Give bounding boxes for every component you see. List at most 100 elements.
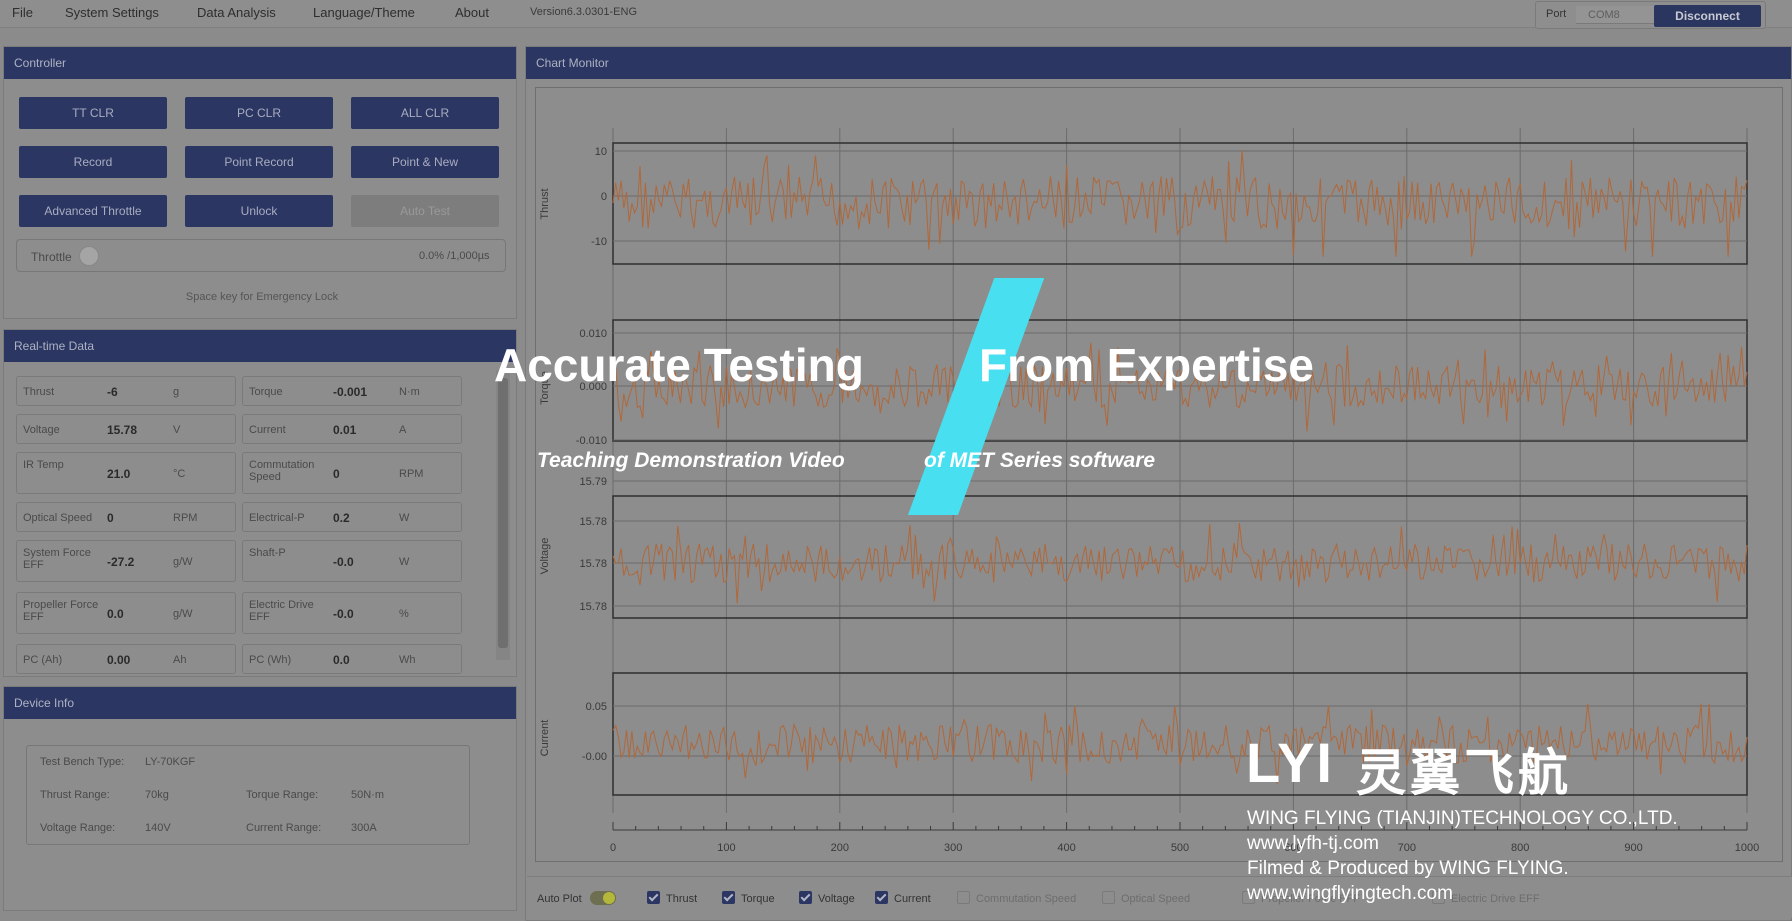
realtime-label: IR Temp xyxy=(23,459,64,471)
advanced-throttle-button[interactable]: Advanced Throttle xyxy=(19,195,167,227)
menu-file[interactable]: File xyxy=(12,5,33,20)
torque-range-value: 50N·m xyxy=(351,789,385,801)
unlock-button[interactable]: Unlock xyxy=(185,195,333,227)
toggle-switch-icon[interactable] xyxy=(589,891,616,905)
auto-test-button[interactable]: Auto Test xyxy=(351,195,499,227)
x-tick-label: 1000 xyxy=(1735,842,1759,854)
menu-about[interactable]: About xyxy=(455,5,489,20)
series-toggle[interactable]: Current xyxy=(875,891,931,905)
realtime-label: Electric Drive EFF xyxy=(249,599,314,623)
realtime-value: -27.2 xyxy=(107,555,135,569)
realtime-value: -6 xyxy=(107,385,118,399)
controller-panel: Controller TT CLR PC CLR ALL CLR Record … xyxy=(3,46,517,319)
x-tick-label: 400 xyxy=(1057,842,1075,854)
realtime-label: Electrical-P xyxy=(249,512,305,524)
point-and-new-button[interactable]: Point & New xyxy=(351,146,499,178)
thrust-range-value: 70kg xyxy=(145,789,169,801)
realtime-cell: Shaft-P -0.0 W xyxy=(242,540,462,582)
realtime-label: Thrust xyxy=(23,386,55,398)
x-tick-label: 100 xyxy=(717,842,735,854)
chart-monitor-title: Chart Monitor xyxy=(526,47,1791,79)
y-axis-label: Voltage xyxy=(539,538,551,575)
throttle-readout: 0.0% /1,000µs xyxy=(419,250,490,262)
realtime-unit: V xyxy=(173,424,181,436)
throttle-value: 0.0% xyxy=(419,250,445,262)
series-toggle-label: Voltage xyxy=(818,893,855,905)
series-toggle-label: Current xyxy=(894,893,931,905)
company-name: WING FLYING (TIANJIN)TECHNOLOGY CO.,LTD. xyxy=(1247,808,1678,829)
y-tick-label: 15.78 xyxy=(579,601,607,613)
series-toggle-label: Torque xyxy=(741,893,775,905)
x-tick-label: 0 xyxy=(610,842,616,854)
current-range-label: Current Range: xyxy=(246,822,322,834)
realtime-cell: PC (Wh) 0.0 Wh xyxy=(242,644,462,674)
realtime-cell: Propeller Force EFF 0.0 g/W xyxy=(16,592,236,634)
record-button[interactable]: Record xyxy=(19,146,167,178)
realtime-unit: Wh xyxy=(399,654,416,666)
pc-clr-button[interactable]: PC CLR xyxy=(185,97,333,129)
y-tick-label: -10 xyxy=(591,236,607,248)
brand-chinese-name: 灵翼飞航 xyxy=(1356,744,1572,802)
checkbox-checked-icon[interactable] xyxy=(722,891,735,904)
realtime-value: 0 xyxy=(107,511,114,525)
y-tick-label: -0.010 xyxy=(576,435,607,447)
controller-title: Controller xyxy=(4,47,516,79)
realtime-value: 0 xyxy=(333,467,340,481)
checkbox-empty-icon[interactable] xyxy=(1102,891,1115,904)
realtime-value: 21.0 xyxy=(107,467,131,481)
chart-area: 10 0 -10 Thrust 0.010 0.000 -0.010 Torque 15.79 1… xyxy=(535,87,1783,862)
throttle-handle[interactable] xyxy=(79,246,99,266)
realtime-scroll-thumb[interactable] xyxy=(498,378,508,648)
realtime-value: 0.0 xyxy=(107,607,124,621)
series-toggle[interactable]: Commutation Speed xyxy=(957,891,1076,905)
realtime-value: 0.0 xyxy=(333,653,350,667)
menu-data-analysis[interactable]: Data Analysis xyxy=(197,5,276,20)
auto-plot-toggle[interactable]: Auto Plot xyxy=(537,891,616,905)
realtime-cell: Torque -0.001 N·m xyxy=(242,376,462,406)
y-tick-label: 15.79 xyxy=(579,476,607,488)
series-toggle[interactable]: Thrust xyxy=(647,891,697,905)
series-toggle[interactable]: Voltage xyxy=(799,891,855,905)
realtime-cell: Electric Drive EFF -0.0% xyxy=(242,592,462,634)
company-website-2: www.wingflyingtech.com xyxy=(1247,883,1453,904)
realtime-value: -0.0 xyxy=(333,555,354,569)
realtime-value: 15.78 xyxy=(107,423,138,437)
realtime-value: 0.00 xyxy=(107,653,131,667)
menu-language-theme[interactable]: Language/Theme xyxy=(313,5,415,20)
y-tick-label: 15.78 xyxy=(579,516,607,528)
realtime-cell: System Force EFF -27.2 g/W xyxy=(16,540,236,582)
realtime-label: Shaft-P xyxy=(249,547,286,559)
realtime-cell: IR Temp 21.0 °C xyxy=(16,452,236,494)
realtime-unit: g xyxy=(173,386,180,398)
realtime-value: 0.01 xyxy=(333,423,357,437)
series-toggle-label: Optical Speed xyxy=(1121,893,1191,905)
realtime-unit: °C xyxy=(173,468,186,480)
overlay-subtitle-right: of MET Series software xyxy=(924,449,1156,472)
x-tick-label: 700 xyxy=(1398,842,1416,854)
realtime-label: Propeller Force EFF xyxy=(23,599,99,623)
disconnect-button[interactable]: Disconnect xyxy=(1654,5,1761,27)
overlay-title-right: From Expertise xyxy=(979,339,1314,391)
throttle-slider[interactable]: Throttle 0.0% /1,000µs xyxy=(16,239,506,272)
realtime-label: Voltage xyxy=(23,424,60,436)
voltage-range-value: 140V xyxy=(145,822,171,834)
series-toggle[interactable]: Torque xyxy=(722,891,775,905)
y-tick-label: -0.00 xyxy=(582,751,607,763)
overlay-subtitle-left: Teaching Demonstration Video xyxy=(537,449,845,472)
checkbox-checked-icon[interactable] xyxy=(799,891,812,904)
production-credit: Filmed & Produced by WING FLYING. xyxy=(1247,858,1569,879)
series-toggle[interactable]: Optical Speed xyxy=(1102,891,1190,905)
realtime-value: -0.0 xyxy=(333,607,354,621)
checkbox-checked-icon[interactable] xyxy=(647,891,660,904)
point-record-button[interactable]: Point Record xyxy=(185,146,333,178)
tt-clr-button[interactable]: TT CLR xyxy=(19,97,167,129)
menu-system-settings[interactable]: System Settings xyxy=(65,5,159,20)
voltage-range-label: Voltage Range: xyxy=(40,822,116,834)
checkbox-checked-icon[interactable] xyxy=(875,891,888,904)
realtime-cell: Optical Speed 0 RPM xyxy=(16,502,236,532)
device-info-panel: Device Info Test Bench Type: LY-70KGF Th… xyxy=(3,686,517,911)
all-clr-button[interactable]: ALL CLR xyxy=(351,97,499,129)
bench-type-value: LY-70KGF xyxy=(145,756,196,768)
realtime-label: Commutation Speed xyxy=(249,459,315,483)
checkbox-empty-icon[interactable] xyxy=(957,891,970,904)
